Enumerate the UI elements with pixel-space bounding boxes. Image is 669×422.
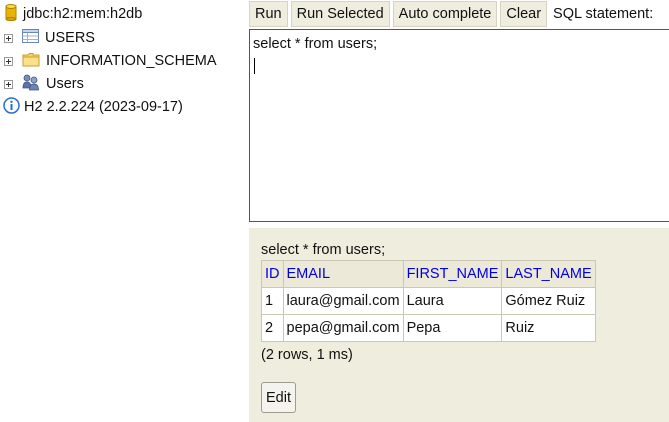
table-row: 2 pepa@gmail.com Pepa Ruiz bbox=[261, 314, 596, 342]
table-cell: 1 bbox=[261, 287, 284, 315]
auto-complete-button[interactable]: Auto complete bbox=[392, 1, 498, 27]
sql-editor[interactable]: select * from users; bbox=[249, 29, 669, 222]
expand-icon[interactable] bbox=[4, 56, 13, 66]
tree-item-users-table[interactable]: USERS bbox=[4, 27, 95, 49]
tree-item-information-schema[interactable]: INFORMATION_SCHEMA bbox=[4, 50, 217, 72]
executed-query: select * from users; bbox=[261, 242, 386, 258]
result-summary: (2 rows, 1 ms) bbox=[261, 347, 353, 363]
tree-item-label: Users bbox=[46, 76, 84, 92]
folder-icon bbox=[22, 52, 40, 71]
toolbar: Run Run Selected Auto complete Clear SQL… bbox=[249, 0, 656, 28]
column-header-id[interactable]: ID bbox=[261, 260, 284, 288]
object-tree: jdbc:h2:mem:h2db USERS INFORMATION_SCHEM… bbox=[0, 0, 248, 422]
tree-item-users[interactable]: Users bbox=[4, 73, 84, 95]
tree-item-label: INFORMATION_SCHEMA bbox=[46, 53, 217, 69]
table-icon bbox=[22, 29, 39, 47]
table-row: 1 laura@gmail.com Laura Gómez Ruiz bbox=[261, 287, 596, 315]
table-header-row: ID EMAIL FIRST_NAME LAST_NAME bbox=[261, 260, 596, 288]
table-cell: laura@gmail.com bbox=[282, 287, 404, 315]
info-icon bbox=[3, 96, 20, 118]
users-icon bbox=[22, 74, 40, 95]
table-cell: Ruiz bbox=[501, 314, 596, 342]
tree-version: H2 2.2.224 (2023-09-17) bbox=[3, 96, 183, 118]
edit-button[interactable]: Edit bbox=[261, 382, 296, 413]
expand-icon[interactable] bbox=[4, 79, 13, 89]
connection-url: jdbc:h2:mem:h2db bbox=[23, 6, 143, 22]
tree-connection[interactable]: jdbc:h2:mem:h2db bbox=[5, 3, 142, 25]
tree-item-label: USERS bbox=[45, 30, 95, 46]
database-icon bbox=[5, 3, 17, 25]
table-cell: 2 bbox=[261, 314, 284, 342]
column-header-email[interactable]: EMAIL bbox=[282, 260, 404, 288]
results-table: ID EMAIL FIRST_NAME LAST_NAME 1 laura@gm… bbox=[261, 260, 596, 342]
results-panel: select * from users; ID EMAIL FIRST_NAME… bbox=[249, 228, 669, 422]
sql-statement-label: SQL statement: bbox=[553, 6, 654, 22]
table-cell: pepa@gmail.com bbox=[282, 314, 404, 342]
table-cell: Laura bbox=[402, 287, 503, 315]
version-text: H2 2.2.224 (2023-09-17) bbox=[24, 99, 183, 115]
sql-text: select * from users; bbox=[253, 36, 378, 52]
text-caret bbox=[254, 58, 255, 74]
column-header-first-name[interactable]: FIRST_NAME bbox=[402, 260, 503, 288]
run-selected-button[interactable]: Run Selected bbox=[290, 1, 390, 27]
clear-button[interactable]: Clear bbox=[500, 1, 548, 27]
expand-icon[interactable] bbox=[4, 33, 13, 43]
table-cell: Gómez Ruiz bbox=[501, 287, 596, 315]
run-button[interactable]: Run bbox=[249, 1, 288, 27]
column-header-last-name[interactable]: LAST_NAME bbox=[501, 260, 596, 288]
table-cell: Pepa bbox=[402, 314, 503, 342]
